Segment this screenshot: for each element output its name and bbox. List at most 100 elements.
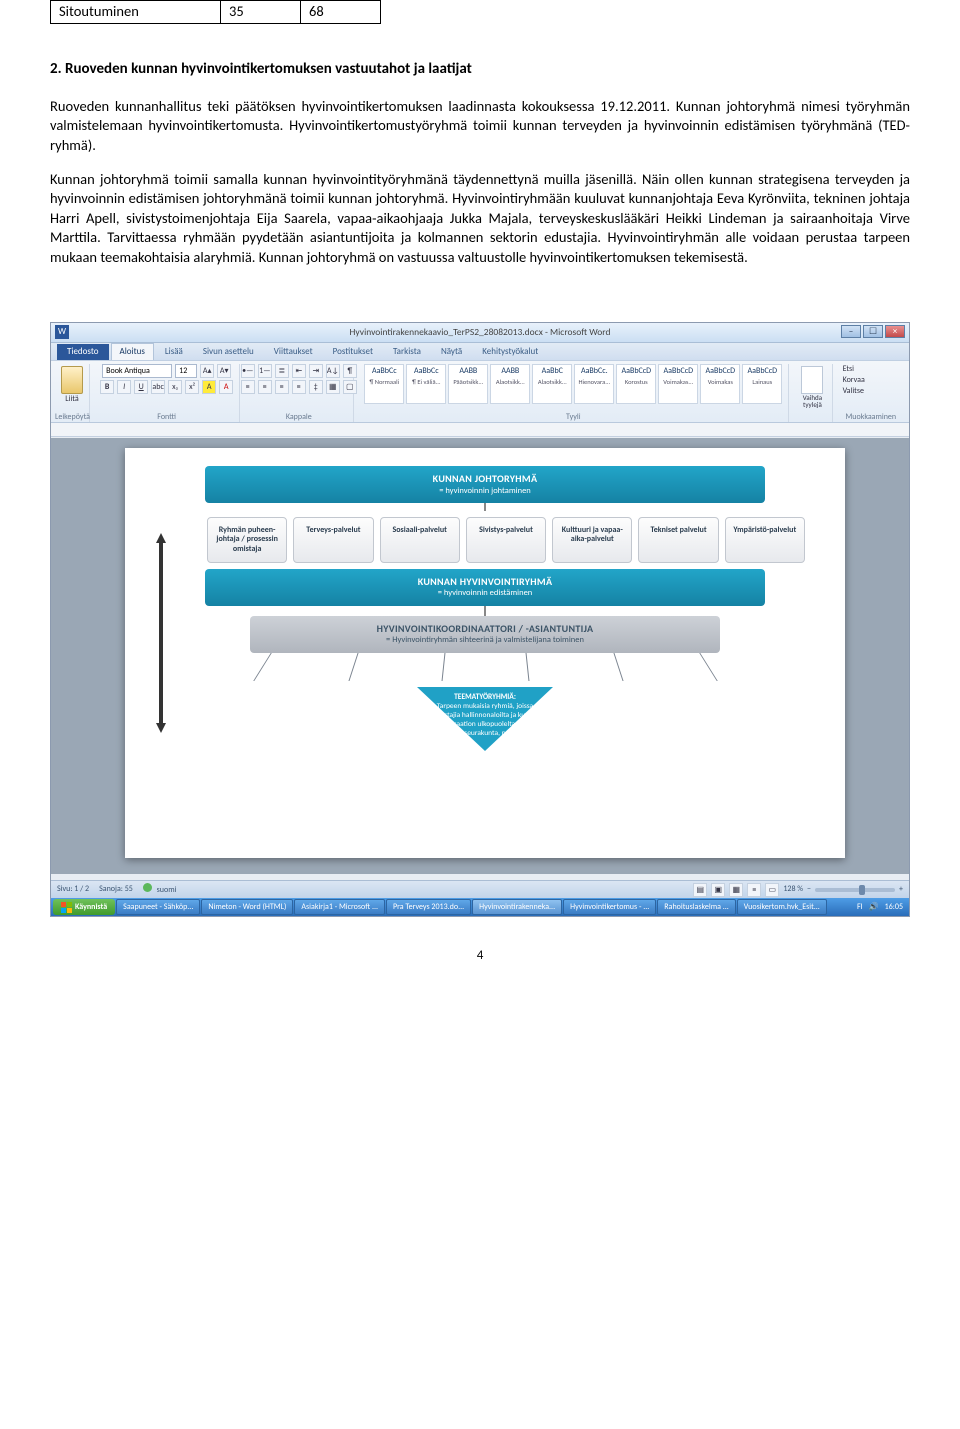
taskbar-item-1[interactable]: Nimeton - Word (HTML)	[201, 899, 293, 915]
service-col-2: Sosiaali-palvelut	[380, 517, 460, 563]
select-button[interactable]: Valitse	[843, 386, 864, 397]
word-statusbar: Sivu: 1 / 2 Sanoja: 55 suomi ▤ ▣ ▦ ≡ ▭ 1…	[51, 880, 909, 898]
tab-file[interactable]: Tiedosto	[57, 344, 109, 360]
service-col-0: Ryhmän puheen-johtaja / prosessin omista…	[207, 517, 287, 563]
style-box-5[interactable]: AaBbCc.Hienovara...	[574, 364, 614, 404]
status-language[interactable]: suomi	[143, 883, 177, 896]
system-tray[interactable]: FI 🔊 16:05	[853, 902, 907, 913]
find-button[interactable]: Etsi	[843, 364, 854, 375]
section-heading: 2. Ruoveden kunnan hyvinvointikertomukse…	[50, 59, 910, 79]
fontcolor-button[interactable]: A	[219, 380, 233, 394]
sort-button[interactable]: A↓	[326, 364, 340, 378]
view-print-layout[interactable]: ▤	[693, 883, 707, 897]
page-number: 4	[50, 947, 910, 965]
maximize-button[interactable]: ☐	[863, 325, 883, 338]
ribbon-tabs: Tiedosto Aloitus Lisää Sivun asettelu Vi…	[51, 343, 909, 361]
bold-button[interactable]: B	[100, 380, 114, 394]
align-right-button[interactable]: ≡	[275, 380, 289, 394]
service-col-3: Sivistys-palvelut	[466, 517, 546, 563]
tab-mailings[interactable]: Postitukset	[324, 343, 382, 360]
view-web[interactable]: ▦	[729, 883, 743, 897]
superscript-button[interactable]: x²	[185, 380, 199, 394]
highlight-button[interactable]: A	[202, 380, 216, 394]
indent-button[interactable]: ⇥	[309, 364, 323, 378]
start-button[interactable]: Käynnistä	[53, 899, 115, 915]
style-box-9[interactable]: AaBbCcDLainaus	[742, 364, 782, 404]
ribbon-change-styles[interactable]: Vaihda tyylejä	[793, 364, 832, 422]
view-draft[interactable]: ▭	[765, 883, 779, 897]
minimize-button[interactable]: –	[841, 325, 861, 338]
paste-icon[interactable]	[61, 366, 83, 394]
multilevel-button[interactable]: ≣	[275, 364, 289, 378]
tab-view[interactable]: Näytä	[432, 343, 471, 360]
taskbar-item-5[interactable]: Hyvinvointikertomus - ...	[563, 899, 656, 915]
shading-button[interactable]: ▦	[326, 380, 340, 394]
box-hyvinvointiryhma: KUNNAN HYVINVOINTIRYHMÄ = hyvinvoinnin e…	[205, 569, 765, 606]
paragraph-2: Kunnan johtoryhmä toimii samalla kunnan …	[50, 170, 910, 268]
converge-lines	[220, 653, 750, 681]
tray-clock[interactable]: 16:05	[885, 902, 903, 913]
paste-label[interactable]: Liitä	[65, 394, 78, 405]
status-words[interactable]: Sanoja: 55	[99, 884, 133, 895]
view-fullscreen[interactable]: ▣	[711, 883, 725, 897]
box-koordinaattori: HYVINVOINTIKOORDINAATTORI / -ASIANTUNTIJ…	[250, 616, 720, 653]
underline-button[interactable]: U	[134, 380, 148, 394]
tray-volume-icon[interactable]: 🔊	[869, 902, 879, 913]
ribbon-group-editing: Etsi Korvaa Valitse Muokkaaminen	[837, 364, 905, 422]
taskbar-item-6[interactable]: Rahoituslaskelma ...	[657, 899, 736, 915]
taskbar-item-4[interactable]: Hyvinvointirakenneka...	[472, 899, 562, 915]
tab-home[interactable]: Aloitus	[111, 343, 154, 360]
tab-pagelayout[interactable]: Sivun asettelu	[194, 343, 263, 360]
subscript-button[interactable]: x₂	[168, 380, 182, 394]
tab-review[interactable]: Tarkista	[384, 343, 430, 360]
style-box-8[interactable]: AaBbCcDVoimakas	[700, 364, 740, 404]
font-name-box[interactable]: Book Antiqua	[102, 364, 172, 378]
justify-button[interactable]: ≡	[292, 380, 306, 394]
triangle-teematyoryhmat: TEEMATYÖRYHMIÄ: Tarpeen mukaisia ryhmiä,…	[417, 687, 553, 751]
font-size-box[interactable]: 12	[175, 364, 197, 378]
view-outline[interactable]: ≡	[747, 883, 761, 897]
bullets-button[interactable]: •—	[241, 364, 255, 378]
style-box-6[interactable]: AaBbCcDKorostus	[616, 364, 656, 404]
taskbar-item-0[interactable]: Saapuneet - Sähköp...	[116, 899, 200, 915]
tab-references[interactable]: Viittaukset	[265, 343, 322, 360]
tab-insert[interactable]: Lisää	[156, 343, 192, 360]
borders-button[interactable]: ▢	[343, 380, 357, 394]
taskbar-item-2[interactable]: Asiakirja1 - Microsoft ...	[294, 899, 385, 915]
style-box-7[interactable]: AaBbCcDVoimakas...	[658, 364, 698, 404]
style-box-2[interactable]: AABBPääotsikk...	[448, 364, 488, 404]
align-center-button[interactable]: ≡	[258, 380, 272, 394]
close-button[interactable]: ×	[885, 325, 905, 338]
service-col-4: Kulttuuri ja vapaa-aika-palvelut	[552, 517, 632, 563]
zoom-in-button[interactable]: +	[899, 884, 903, 895]
numbering-button[interactable]: 1—	[258, 364, 272, 378]
italic-button[interactable]: I	[117, 380, 131, 394]
outdent-button[interactable]: ⇤	[292, 364, 306, 378]
style-box-1[interactable]: AaBbCc¶ Ei väliä...	[406, 364, 446, 404]
pilcrow-button[interactable]: ¶	[343, 364, 357, 378]
taskbar-item-3[interactable]: Pra Terveys 2013.do...	[386, 899, 471, 915]
grow-font-button[interactable]: A▴	[200, 364, 214, 378]
style-box-4[interactable]: AaBbCAlaotsikk...	[532, 364, 572, 404]
tab-developer[interactable]: Kehitystyökalut	[473, 343, 547, 360]
paragraph-1: Ruoveden kunnanhallitus teki päätöksen h…	[50, 97, 910, 156]
zoom-slider[interactable]	[815, 888, 895, 892]
tray-language[interactable]: FI	[857, 902, 863, 913]
style-box-3[interactable]: AABBAlaotsikk...	[490, 364, 530, 404]
document-page: KUNNAN JOHTORYHMÄ = hyvinvoinnin johtami…	[125, 448, 845, 858]
replace-button[interactable]: Korvaa	[843, 375, 865, 386]
status-page[interactable]: Sivu: 1 / 2	[57, 884, 89, 895]
shrink-font-button[interactable]: A▾	[217, 364, 231, 378]
box-johtoryhma: KUNNAN JOHTORYHMÄ = hyvinvoinnin johtami…	[205, 466, 765, 503]
status-zoom[interactable]: 128 %	[783, 884, 803, 895]
zoom-out-button[interactable]: −	[807, 884, 811, 895]
proofing-icon	[143, 883, 152, 892]
strike-button[interactable]: abc	[151, 380, 165, 394]
word-app-icon: W	[55, 325, 69, 339]
linespacing-button[interactable]: ‡	[309, 380, 323, 394]
taskbar-item-7[interactable]: Vuosikertom.hvk_Esit...	[737, 899, 827, 915]
align-left-button[interactable]: ≡	[241, 380, 255, 394]
document-canvas: KUNNAN JOHTORYHMÄ = hyvinvoinnin johtami…	[51, 438, 909, 874]
style-box-0[interactable]: AaBbCc¶ Normaali	[364, 364, 404, 404]
top-label: Sitoutuminen	[51, 1, 221, 24]
